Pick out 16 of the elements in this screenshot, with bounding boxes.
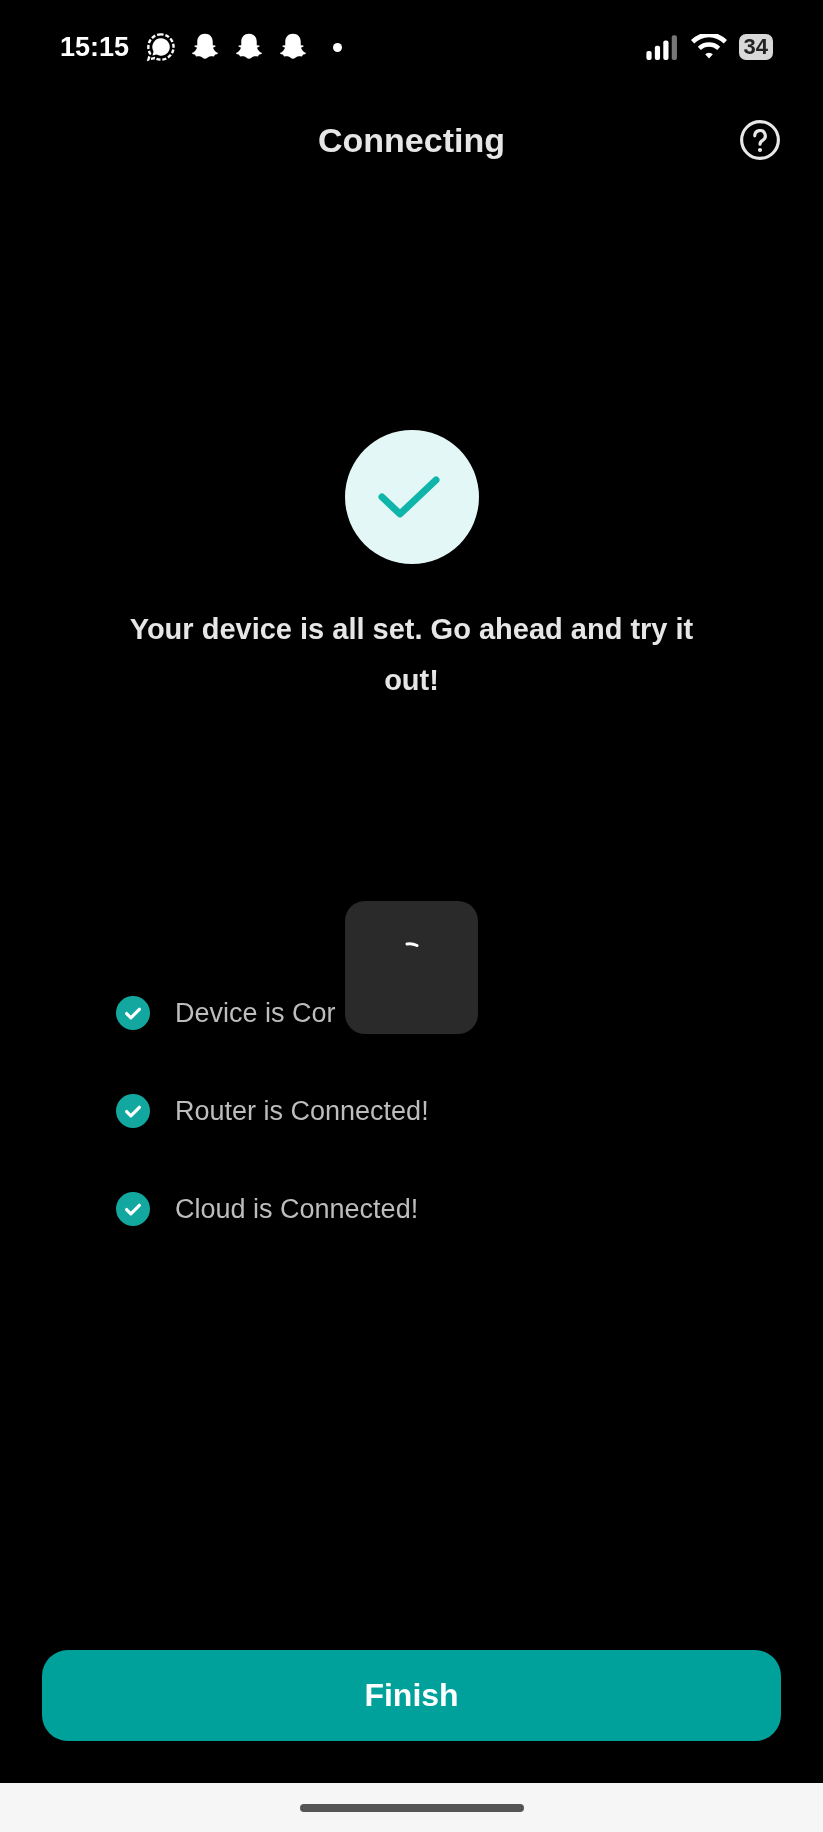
finish-button[interactable]: Finish bbox=[42, 1650, 781, 1741]
help-icon[interactable] bbox=[739, 119, 781, 161]
step-label: Device is Cor bbox=[175, 997, 336, 1029]
status-time: 15:15 bbox=[60, 31, 130, 63]
home-indicator[interactable] bbox=[299, 1803, 524, 1812]
screen-title: Connecting bbox=[318, 120, 505, 160]
battery-indicator: 34 bbox=[738, 34, 773, 60]
signal-icon bbox=[644, 34, 679, 60]
spinner-icon bbox=[404, 941, 419, 948]
step-label: Cloud is Connected! bbox=[175, 1193, 419, 1225]
step-label: Router is Connected! bbox=[175, 1095, 429, 1127]
notification-dot-icon bbox=[333, 42, 343, 52]
success-message: Your device is all set. Go ahead and try it out! bbox=[128, 612, 695, 698]
chat-bubble-icon bbox=[145, 31, 178, 63]
success-check-icon bbox=[344, 430, 479, 564]
wifi-icon bbox=[690, 34, 727, 60]
